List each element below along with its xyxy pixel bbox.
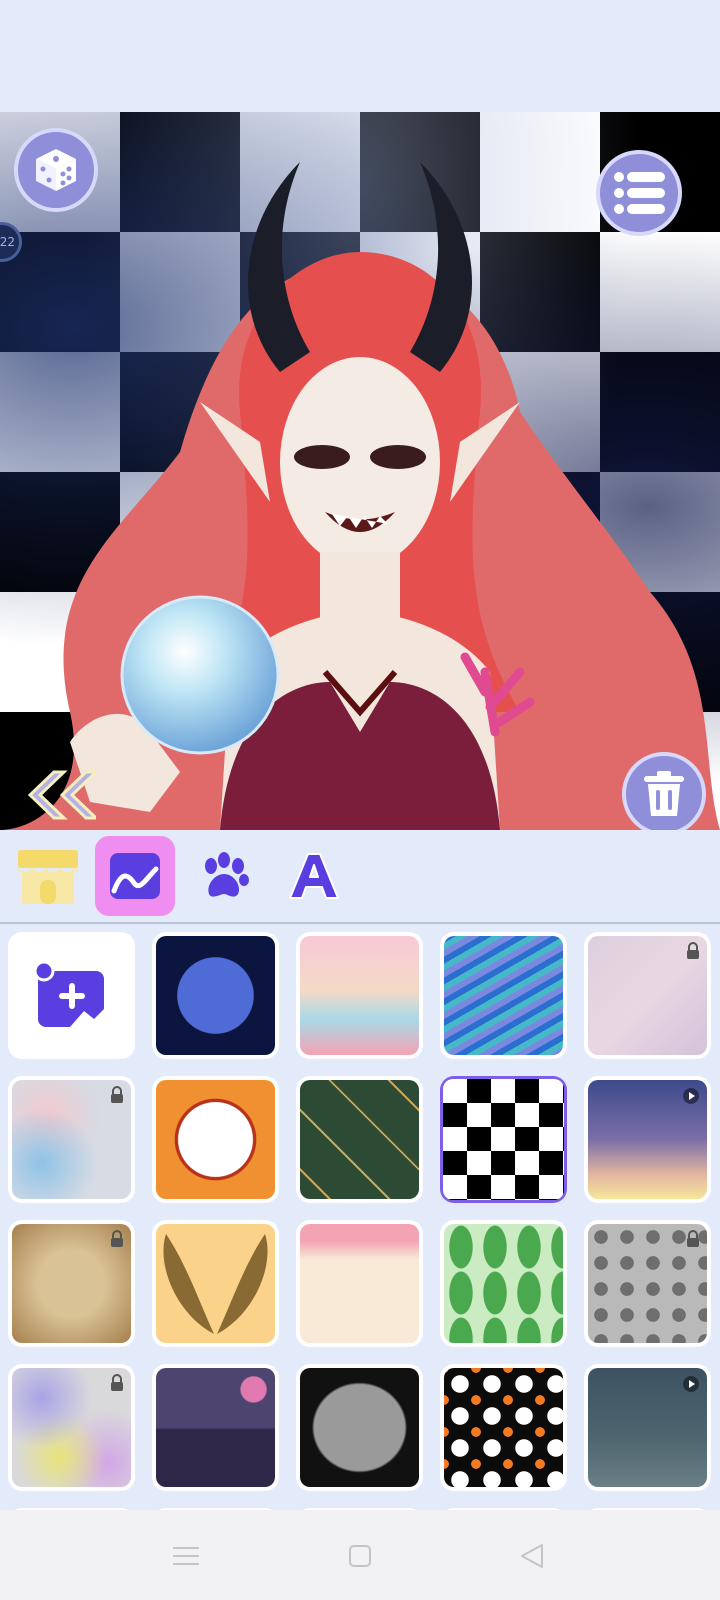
bg-purple-mountains[interactable] (152, 1364, 279, 1491)
bg-floral-bows[interactable] (296, 1220, 423, 1347)
status-area (0, 0, 720, 112)
lock-icon (687, 1230, 699, 1247)
bg-pink-marble[interactable] (584, 932, 711, 1059)
letter-a-icon (289, 853, 339, 899)
bg-watercolor[interactable] (8, 1076, 135, 1203)
bg-golden-wings[interactable] (152, 1220, 279, 1347)
background-grid (0, 924, 720, 1510)
square-icon (349, 1545, 371, 1567)
tab-shop[interactable] (8, 836, 88, 916)
bg-halloween-frame[interactable] (296, 1364, 423, 1491)
bg-orange-frame[interactable] (152, 1076, 279, 1203)
shop-icon (18, 850, 78, 904)
add-image-icon (33, 960, 104, 1027)
dice-icon (36, 149, 76, 191)
bg-green-leaves[interactable] (440, 1220, 567, 1347)
bg-parchment[interactable] (8, 1220, 135, 1347)
wings-art (163, 1234, 268, 1334)
random-button[interactable] (14, 128, 98, 212)
category-tabbar (0, 830, 720, 924)
bg-ghost-pattern[interactable] (440, 1364, 567, 1491)
bg-skull-pattern[interactable] (584, 1220, 711, 1347)
landscape-icon (110, 853, 160, 899)
bg-checkerboard[interactable] (440, 1076, 567, 1203)
bg-pastel-clouds[interactable] (296, 932, 423, 1059)
lock-icon (687, 942, 699, 959)
tab-background[interactable] (95, 836, 175, 916)
counter-value: 22 (0, 235, 15, 249)
bg-galaxy[interactable] (152, 932, 279, 1059)
video-icon (683, 1088, 699, 1104)
home-button[interactable] (340, 1536, 380, 1576)
triangle-back-icon (521, 1544, 543, 1568)
upload-background-button[interactable] (8, 932, 135, 1059)
system-navbar (0, 1510, 720, 1600)
bg-paint-splash[interactable] (8, 1364, 135, 1491)
back-button[interactable] (512, 1536, 552, 1576)
delete-button[interactable] (622, 752, 706, 836)
lock-icon (111, 1374, 123, 1391)
recent-apps-button[interactable] (166, 1536, 206, 1576)
bg-sunset-sky[interactable] (584, 1076, 711, 1203)
paw-icon (205, 852, 249, 897)
video-icon (683, 1376, 699, 1392)
bg-blue-waves[interactable] (440, 932, 567, 1059)
tab-text[interactable] (274, 836, 354, 916)
list-icon (614, 172, 665, 214)
lock-icon (111, 1086, 123, 1103)
trash-icon (644, 771, 684, 816)
menu-button[interactable] (596, 150, 682, 236)
bg-night-clouds[interactable] (584, 1364, 711, 1491)
tab-pets[interactable] (184, 836, 264, 916)
double-chevron-left-icon[interactable] (24, 768, 96, 822)
lock-icon (111, 1230, 123, 1247)
menu-icon (173, 1547, 199, 1565)
bg-green-pattern[interactable] (296, 1076, 423, 1203)
